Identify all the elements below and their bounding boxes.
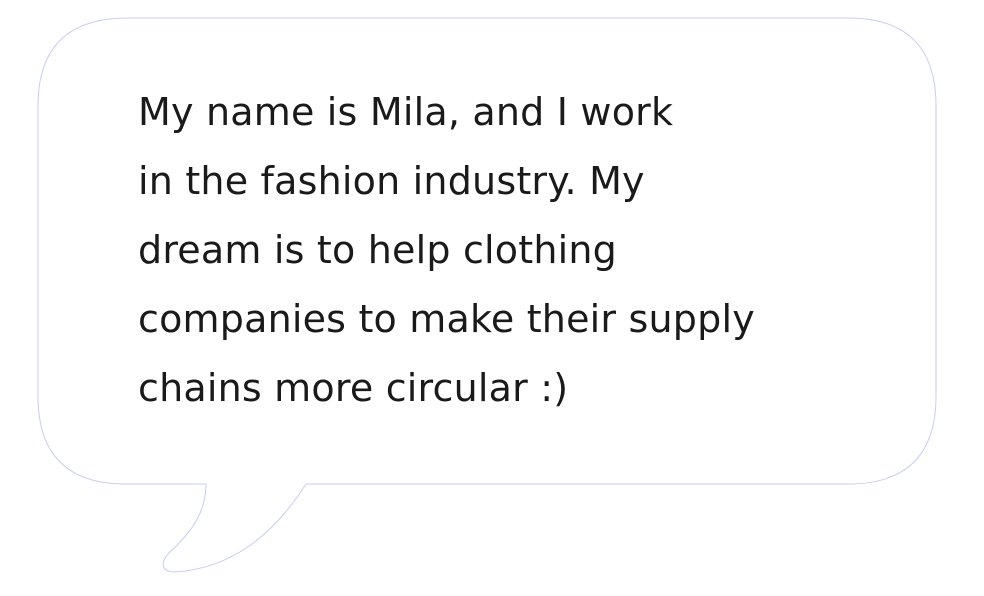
text-line: My name is Mila, and I work xyxy=(138,90,674,134)
text-line: chains more circular :) xyxy=(138,366,569,410)
text-line: companies to make their supply xyxy=(138,297,755,341)
speech-bubble-text: My name is Mila, and I work in the fashi… xyxy=(138,78,898,423)
text-line: dream is to help clothing xyxy=(138,228,617,272)
speech-bubble-canvas: My name is Mila, and I work in the fashi… xyxy=(0,0,984,596)
text-line: in the fashion industry. My xyxy=(138,159,645,203)
